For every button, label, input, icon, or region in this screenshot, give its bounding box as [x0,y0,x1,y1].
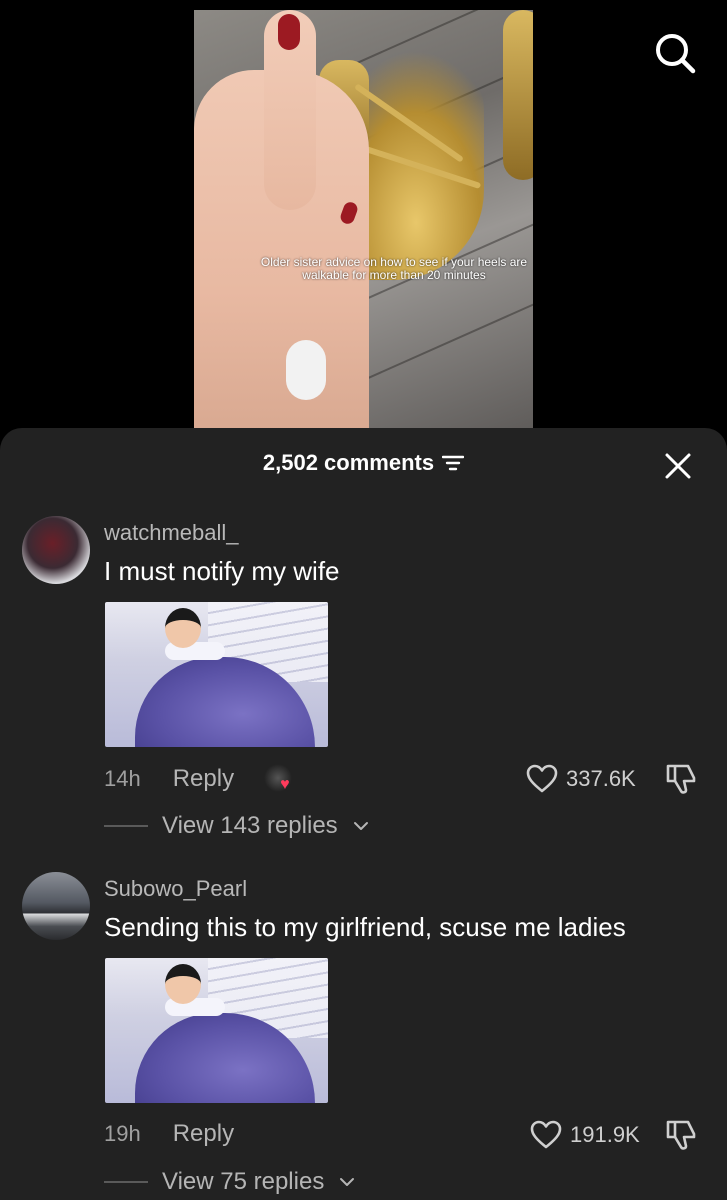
view-replies[interactable]: View 75 replies [104,1168,356,1196]
like-button[interactable]: 191.9K [530,1120,640,1150]
close-icon [665,453,691,479]
video-caption-overlay: Older sister advice on how to see if you… [260,255,528,282]
comment-text: I must notify my wife [104,556,340,586]
like-count: 191.9K [570,1122,640,1147]
like-button[interactable]: 337.6K [526,764,636,794]
red-nail [278,14,300,50]
avatar[interactable] [22,872,90,940]
reply-button[interactable]: Reply [173,1120,234,1148]
gif-character-head [165,608,201,648]
view-replies[interactable]: View 143 replies [104,812,370,840]
thumbs-down-icon [666,1120,696,1150]
comment-gif[interactable] [105,958,328,1103]
heart-icon: ♥ [280,776,290,793]
thumbs-down-icon [666,764,696,794]
search-icon [656,34,696,74]
comments-count-sort[interactable]: 2,502 comments [262,450,465,476]
filter-icon[interactable] [442,454,465,472]
comments-sheet: 2,502 comments watchmeball_ I must notif… [0,428,727,1200]
avatar[interactable] [22,516,90,584]
comments-header: 2,502 comments [0,450,727,480]
dislike-button[interactable] [664,762,698,796]
reply-button[interactable]: Reply [173,765,234,793]
comment-time: 19h [104,1121,141,1146]
video-thumbnail[interactable]: Older sister advice on how to see if you… [194,10,533,430]
heart-outline-icon [530,1120,562,1149]
view-replies-label[interactable]: View 75 replies [162,1168,324,1196]
video-area[interactable]: Older sister advice on how to see if you… [0,0,727,440]
comment-username[interactable]: watchmeball_ [104,520,239,546]
comment-gif[interactable] [105,602,328,747]
chevron-down-icon [340,1178,355,1186]
like-count: 337.6K [566,766,636,791]
divider-line [104,1181,148,1183]
dislike-button[interactable] [664,1118,698,1152]
comment-meta: 14h Reply ♥ [104,764,298,794]
chevron-down-icon [353,822,368,830]
creator-liked-badge: ♥ [264,764,298,794]
gold-heel-right [503,10,533,180]
comment-meta: 19h Reply [104,1120,234,1148]
comment-username[interactable]: Subowo_Pearl [104,876,247,902]
gif-character-head [165,964,201,1004]
comment-text: Sending this to my girlfriend, scuse me … [104,912,626,942]
comments-count: 2,502 comments [262,450,435,475]
search-button[interactable] [652,30,698,76]
comment-time: 14h [104,766,141,791]
view-replies-label[interactable]: View 143 replies [162,812,338,840]
heart-outline-icon [526,764,558,793]
divider-line [104,825,148,827]
white-object [286,340,326,400]
close-button[interactable] [662,450,694,482]
